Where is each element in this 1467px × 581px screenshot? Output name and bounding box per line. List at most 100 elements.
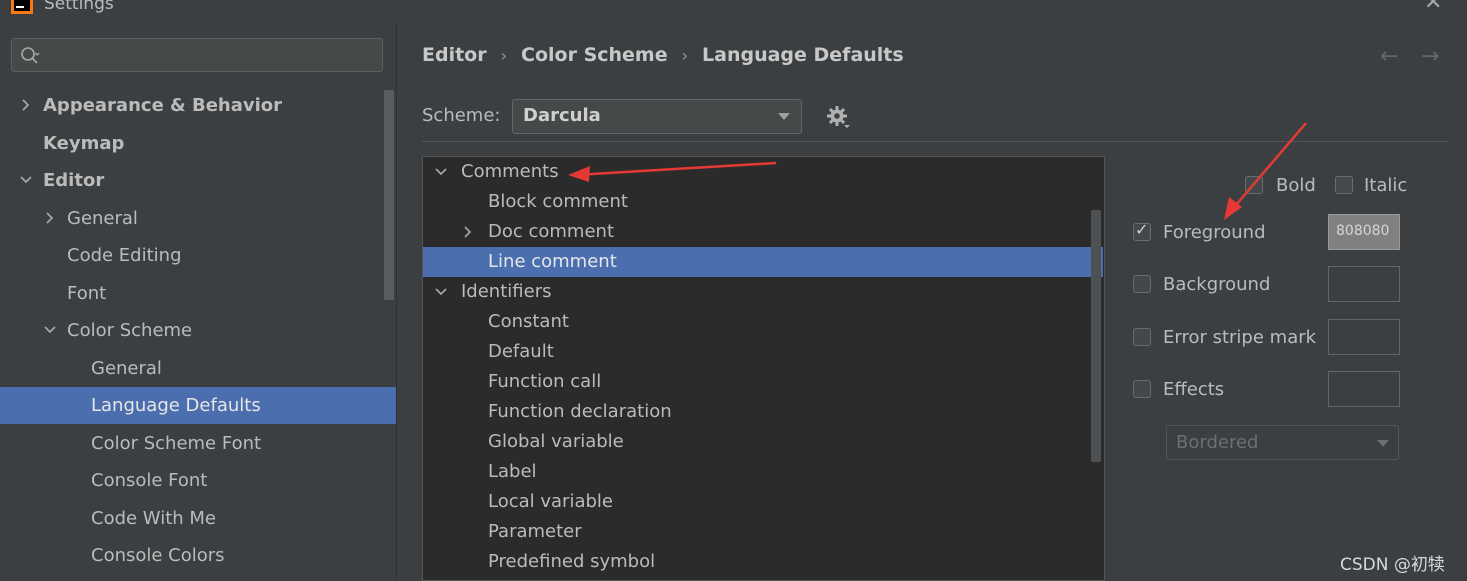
chevron-right-icon: [464, 226, 472, 238]
tree-row-label: Block comment: [488, 191, 628, 212]
tree-row-doc-comment[interactable]: Doc comment: [423, 217, 1103, 247]
panel-divider[interactable]: [396, 22, 397, 581]
chevron-right-icon: [46, 212, 54, 224]
chevron-right-icon: [22, 99, 30, 111]
tree-row-constant[interactable]: Constant: [423, 307, 1103, 337]
sidebar-item-label: General: [91, 358, 162, 379]
tree-row-function-declaration[interactable]: Function declaration: [423, 397, 1103, 427]
effects-style-value: Bordered: [1176, 432, 1259, 453]
sidebar-item-font[interactable]: Font: [0, 275, 384, 312]
chevron-down-icon: [435, 168, 447, 176]
tree-row-label: Line comment: [488, 251, 617, 272]
sidebar-item-label: General: [67, 208, 138, 229]
search-input[interactable]: [11, 38, 383, 72]
breadcrumb-item-color-scheme[interactable]: Color Scheme: [521, 44, 668, 66]
scheme-label: Scheme:: [422, 105, 501, 126]
close-icon[interactable]: ✕: [1424, 0, 1442, 15]
sidebar-item-label: Color Scheme: [67, 320, 193, 341]
error-stripe-checkbox[interactable]: [1133, 328, 1151, 346]
italic-checkbox[interactable]: [1335, 176, 1353, 194]
error-stripe-color-swatch[interactable]: [1328, 319, 1400, 355]
chevron-down-icon: [435, 288, 447, 296]
sidebar-item-console-colors[interactable]: Console Colors: [0, 537, 384, 574]
tree-row-label: Predefined symbol: [488, 551, 656, 572]
sidebar-item-language-defaults[interactable]: Language Defaults: [0, 387, 396, 424]
effects-label: Effects: [1163, 379, 1225, 400]
tree-row-label: Label: [488, 461, 537, 482]
foreground-checkbox[interactable]: [1133, 220, 1151, 241]
window-title: Settings: [44, 0, 114, 14]
sidebar-item-editor[interactable]: Editor: [0, 162, 384, 199]
bold-label: Bold: [1276, 175, 1316, 196]
sidebar-item-label: Color Scheme Font: [91, 433, 262, 454]
error-stripe-label: Error stripe mark: [1163, 327, 1317, 348]
breadcrumb: Editor › Color Scheme › Language Defaults: [422, 44, 904, 72]
scheme-selected-value: Darcula: [523, 105, 601, 126]
chevron-down-icon: [44, 326, 56, 334]
sidebar-item-code-editing[interactable]: Code Editing: [0, 237, 384, 274]
sidebar-item-label: Console Colors: [91, 545, 225, 566]
sidebar-item-color-scheme-font[interactable]: Color Scheme Font: [0, 425, 384, 462]
sidebar-item-label: Console Font: [91, 470, 208, 491]
tree-row-block-comment[interactable]: Block comment: [423, 187, 1103, 217]
bold-checkbox[interactable]: [1245, 176, 1263, 194]
sidebar-item-label: Keymap: [43, 133, 125, 154]
tree-row-comments[interactable]: Comments: [423, 157, 1103, 187]
back-arrow-icon[interactable]: ←: [1380, 44, 1398, 69]
background-checkbox[interactable]: [1133, 275, 1151, 293]
tree-row-local-variable[interactable]: Local variable: [423, 487, 1103, 517]
horizontal-divider: [422, 141, 1448, 142]
sidebar-item-label: Appearance & Behavior: [43, 95, 283, 116]
effects-color-swatch[interactable]: [1328, 371, 1400, 407]
sidebar-item-color-scheme-general[interactable]: General: [0, 350, 384, 387]
gear-icon[interactable]: [826, 105, 852, 131]
tree-row-default[interactable]: Default: [423, 337, 1103, 367]
tree-row-label: Comments: [461, 161, 559, 182]
sidebar-item-label: Code With Me: [91, 508, 216, 529]
background-label: Background: [1163, 274, 1271, 295]
tree-row-label: Parameter: [488, 521, 582, 542]
chevron-down-icon: [20, 176, 32, 184]
tree-row-predefined-symbol[interactable]: Predefined symbol: [423, 547, 1103, 577]
italic-label: Italic: [1364, 175, 1408, 196]
dropdown-arrow-icon: [778, 113, 790, 120]
tree-row-label: Function call: [488, 371, 602, 392]
foreground-color-value: 808080: [1336, 223, 1390, 239]
sidebar-item-editor-general[interactable]: General: [0, 200, 384, 237]
sidebar-item-label: Font: [67, 283, 107, 304]
tree-row-identifiers[interactable]: Identifiers: [423, 277, 1103, 307]
forward-arrow-icon[interactable]: →: [1421, 44, 1439, 69]
tree-row-label[interactable]: Label: [423, 457, 1103, 487]
sidebar-item-label: Editor: [43, 170, 105, 191]
sidebar-item-label: Code Editing: [67, 245, 182, 266]
intellij-logo-icon: [11, 0, 33, 14]
breadcrumb-separator: ›: [681, 46, 689, 65]
tree-row-label: Identifiers: [461, 281, 552, 302]
tree-row-label: Local variable: [488, 491, 613, 512]
breadcrumb-item-editor[interactable]: Editor: [422, 44, 487, 66]
tree-row-function-call[interactable]: Function call: [423, 367, 1103, 397]
tree-row-line-comment[interactable]: Line comment: [423, 247, 1103, 277]
sidebar-item-code-with-me[interactable]: Code With Me: [0, 500, 384, 537]
search-icon: [21, 47, 40, 64]
sidebar-item-label: Language Defaults: [91, 395, 261, 416]
effects-checkbox[interactable]: [1133, 380, 1151, 398]
sidebar-scrollbar[interactable]: [384, 90, 394, 300]
tree-row-global-variable[interactable]: Global variable: [423, 427, 1103, 457]
annotation-arrow-foreground: [1224, 122, 1307, 220]
sidebar-item-color-scheme[interactable]: Color Scheme: [0, 312, 384, 349]
sidebar-item-keymap[interactable]: Keymap: [0, 125, 384, 162]
tree-row-label: Global variable: [488, 431, 624, 452]
watermark: CSDN @初犊: [1340, 555, 1445, 575]
breadcrumb-separator: ›: [500, 46, 508, 65]
breadcrumb-item-language-defaults: Language Defaults: [702, 44, 904, 66]
background-color-swatch[interactable]: [1328, 266, 1400, 302]
tree-row-label: Doc comment: [488, 221, 615, 242]
dropdown-arrow-icon: [1377, 440, 1389, 447]
tree-scrollbar[interactable]: [1091, 210, 1101, 462]
sidebar-item-appearance-behavior[interactable]: Appearance & Behavior: [0, 87, 384, 124]
tree-row-label: Function declaration: [488, 401, 672, 422]
foreground-label: Foreground: [1163, 222, 1266, 243]
tree-row-parameter[interactable]: Parameter: [423, 517, 1103, 547]
sidebar-item-console-font[interactable]: Console Font: [0, 462, 384, 499]
